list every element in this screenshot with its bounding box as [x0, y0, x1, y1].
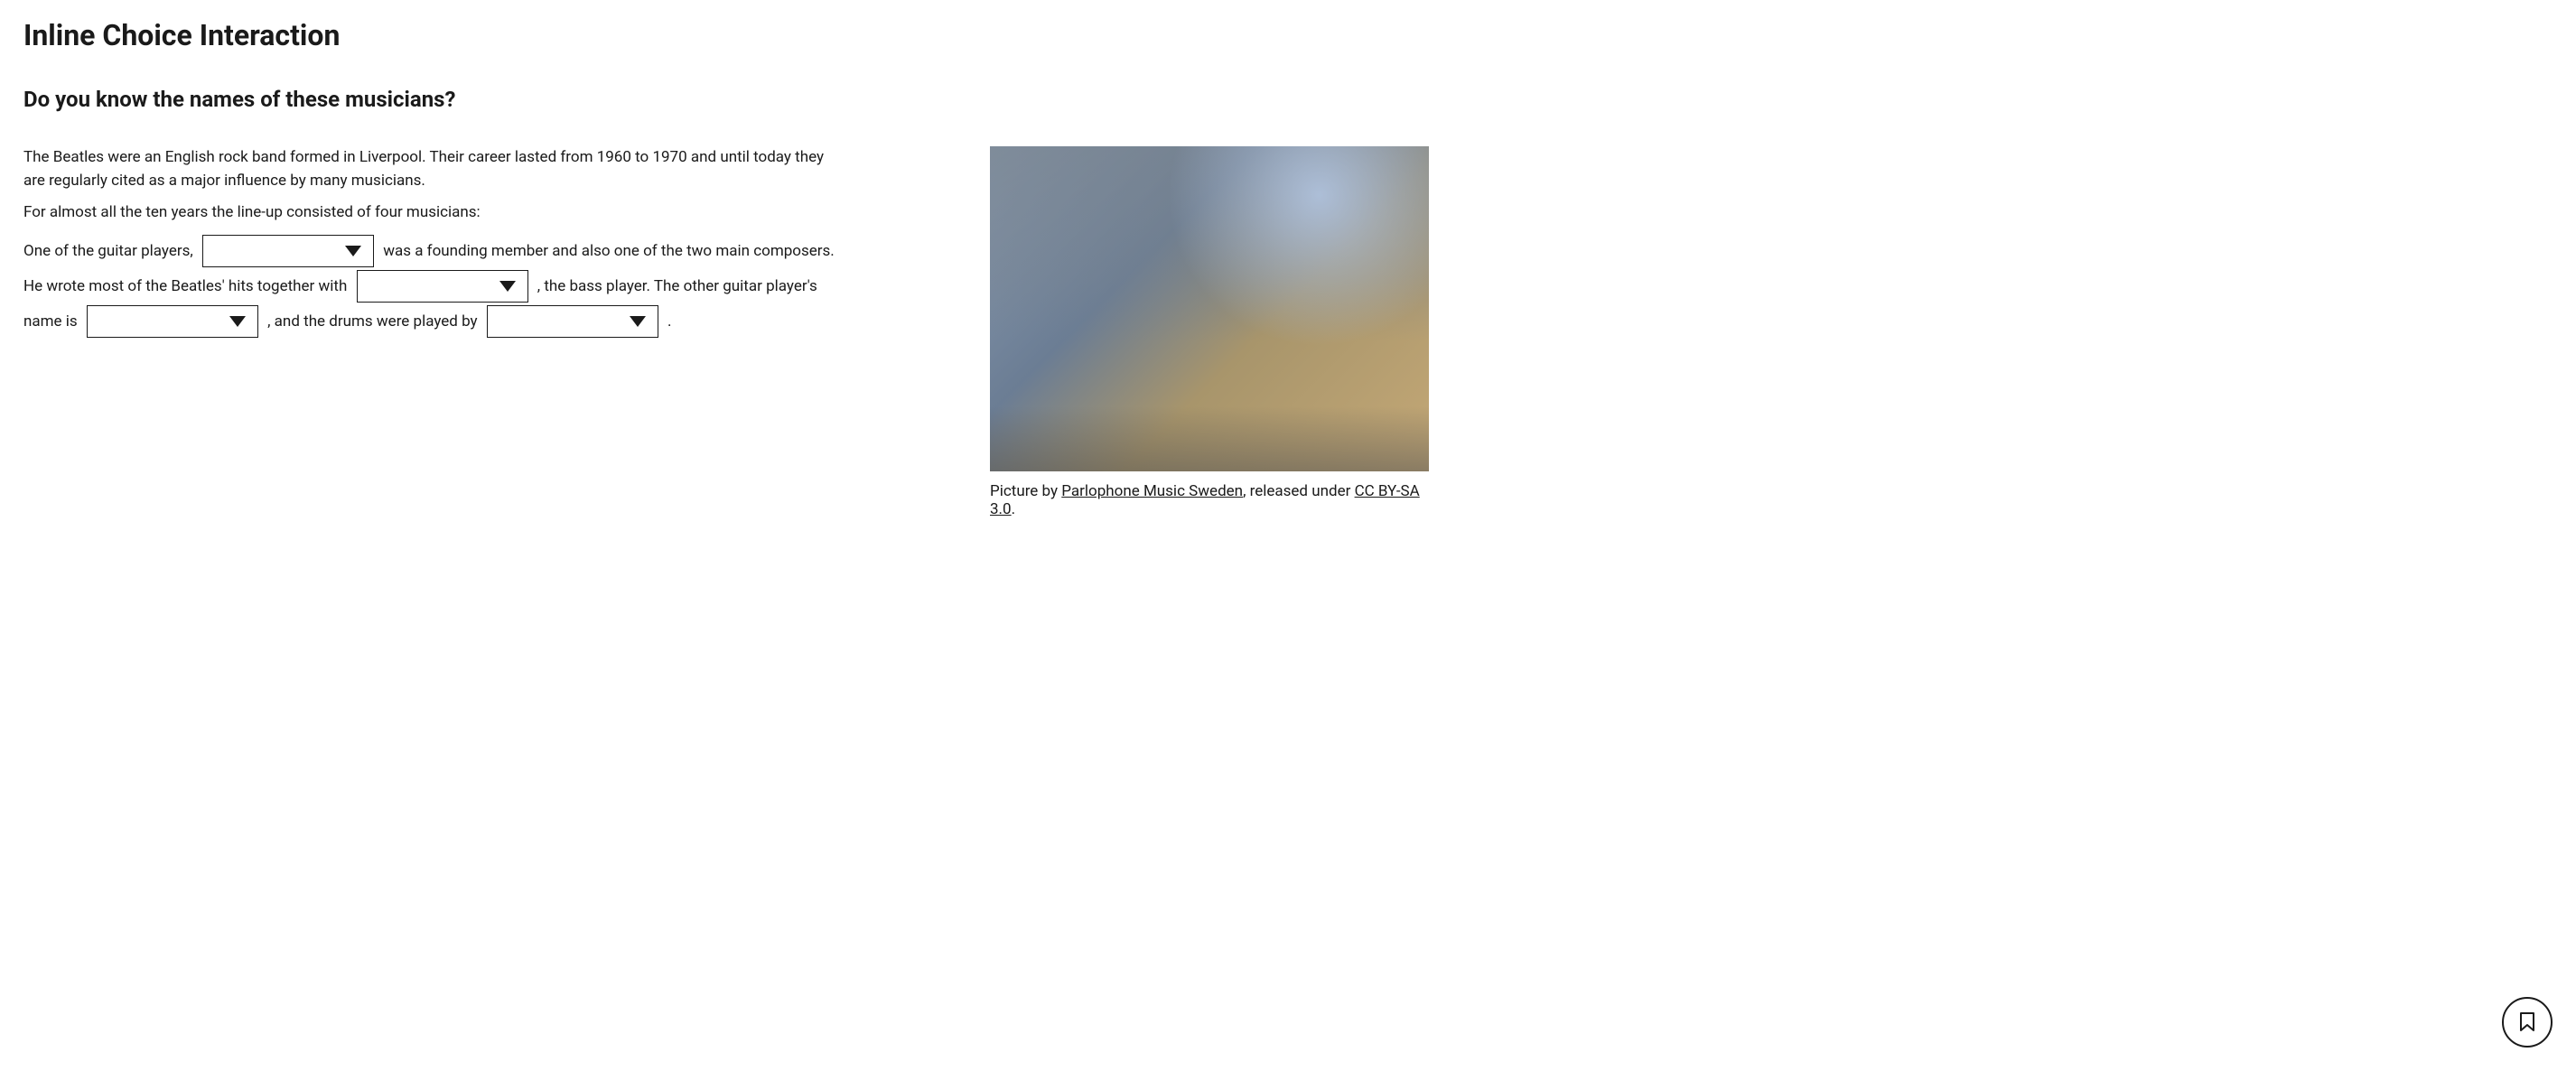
musician-select-2[interactable]	[357, 270, 528, 303]
caption-middle: , released under	[1243, 482, 1355, 500]
main-layout: The Beatles were an English rock band fo…	[23, 146, 2553, 518]
musician-select-3-wrapper	[87, 304, 258, 340]
question-heading: Do you know the names of these musicians…	[23, 87, 2553, 112]
caption-suffix: .	[1012, 500, 1015, 518]
text-column: The Beatles were an English rock band fo…	[23, 146, 836, 340]
image-caption: Picture by Parlophone Music Sweden, rele…	[990, 482, 1429, 518]
musician-select-4[interactable]	[487, 305, 658, 338]
fill-text-5: .	[667, 312, 671, 331]
page-title: Inline Choice Interaction	[23, 18, 2553, 52]
bookmark-button[interactable]	[2502, 997, 2553, 1048]
musician-select-4-wrapper	[487, 304, 658, 340]
fill-text-4: , and the drums were played by	[267, 312, 481, 331]
fill-in-paragraph: One of the guitar players, was a foundin…	[23, 234, 836, 340]
lineup-paragraph: For almost all the ten years the line-up…	[23, 201, 836, 225]
caption-prefix: Picture by	[990, 482, 1061, 500]
fill-text-1: One of the guitar players,	[23, 242, 197, 260]
musician-select-1[interactable]	[202, 235, 374, 267]
caption-source-link[interactable]: Parlophone Music Sweden	[1061, 482, 1243, 500]
image-column: Picture by Parlophone Music Sweden, rele…	[990, 146, 1429, 518]
musician-select-1-wrapper	[202, 234, 374, 269]
intro-paragraph: The Beatles were an English rock band fo…	[23, 146, 836, 192]
band-photo	[990, 146, 1429, 471]
musician-select-2-wrapper	[357, 269, 528, 304]
bookmark-icon	[2518, 1011, 2536, 1033]
musician-select-3[interactable]	[87, 305, 258, 338]
